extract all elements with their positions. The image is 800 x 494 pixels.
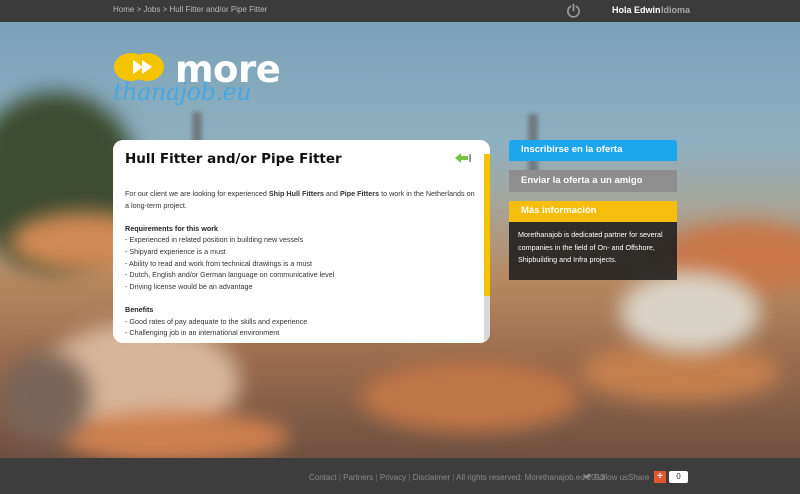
back-arrow-icon[interactable]	[454, 152, 472, 164]
footer-link-contact[interactable]: Contact	[309, 473, 337, 482]
job-intro: For our client we are looking for experi…	[125, 188, 475, 211]
list-item: - Experienced in related position in bui…	[125, 235, 304, 245]
job-card: Hull Fitter and/or Pipe Fitter For our c…	[113, 140, 490, 343]
intro-text: For our client we are looking for experi…	[125, 189, 269, 198]
footer: Contact | Partners | Privacy | Disclaime…	[0, 458, 800, 494]
background-building	[0, 352, 90, 442]
footer-link-privacy[interactable]: Privacy	[380, 473, 406, 482]
intro-bold: Ship Hull Fitters	[268, 189, 324, 198]
top-bar: Home > Jobs > Hull Fitter and/or Pipe Fi…	[0, 0, 800, 22]
benefits-heading: Benefits	[125, 304, 154, 314]
breadcrumb-current: Hull Fitter and/or Pipe Fitter	[169, 5, 268, 14]
breadcrumb-jobs[interactable]: Jobs	[143, 5, 160, 14]
apply-button[interactable]: Inscribirse en la oferta	[509, 140, 677, 161]
twitter-icon	[583, 473, 592, 479]
benefits-list: - Good rates of pay adequate to the skil…	[125, 316, 475, 339]
scrollbar-track[interactable]	[484, 296, 490, 343]
list-item: - Ability to read and work from technica…	[125, 258, 312, 268]
background-roof	[60, 412, 290, 458]
follow-us-label: Follow us	[594, 473, 629, 482]
job-title: Hull Fitter and/or Pipe Fitter	[125, 151, 342, 167]
intro-text: and	[323, 189, 340, 198]
requirements-heading: Requirements for this work	[125, 223, 219, 233]
scrollbar-thumb[interactable]	[484, 154, 490, 296]
power-icon[interactable]	[566, 3, 581, 18]
job-description: For our client we are looking for experi…	[125, 188, 475, 339]
more-info-heading: Más información	[509, 201, 677, 222]
share-label[interactable]: Share	[628, 473, 649, 482]
list-item: - Driving license would be an advantage	[125, 281, 253, 291]
list-item: - Shipyard experience is a must	[125, 246, 226, 256]
list-item: - Challenging job in an international en…	[125, 328, 280, 338]
footer-link-partners[interactable]: Partners	[343, 473, 373, 482]
user-greeting[interactable]: Hola Edwin	[612, 5, 661, 15]
list-item: - Good rates of pay adequate to the skil…	[125, 316, 308, 326]
language-menu[interactable]: Idioma	[661, 5, 690, 15]
requirements-list: - Experienced in related position in bui…	[125, 234, 475, 292]
share-plus-icon[interactable]: +	[654, 471, 666, 483]
follow-us-link[interactable]: Follow us	[583, 473, 628, 482]
more-info-text: Morethanajob is dedicated partner for se…	[509, 222, 677, 280]
site-logo[interactable]: more thanajob.eu	[113, 48, 293, 108]
share-count: 0	[669, 471, 688, 483]
background-roof	[360, 362, 580, 432]
list-item: - Dutch, English and/or German language …	[125, 270, 335, 280]
footer-links: Contact | Partners | Privacy | Disclaime…	[309, 473, 605, 482]
footer-link-disclaimer[interactable]: Disclaimer	[413, 473, 450, 482]
breadcrumb: Home > Jobs > Hull Fitter and/or Pipe Fi…	[113, 5, 267, 14]
breadcrumb-home[interactable]: Home	[113, 5, 134, 14]
background-building	[620, 272, 760, 352]
logo-tagline: thanajob.eu	[113, 78, 252, 106]
send-to-friend-button[interactable]: Enviar la oferta a un amigo	[509, 170, 677, 192]
breadcrumb-separator: >	[160, 5, 170, 14]
intro-bold: Pipe Fitters	[339, 189, 380, 198]
